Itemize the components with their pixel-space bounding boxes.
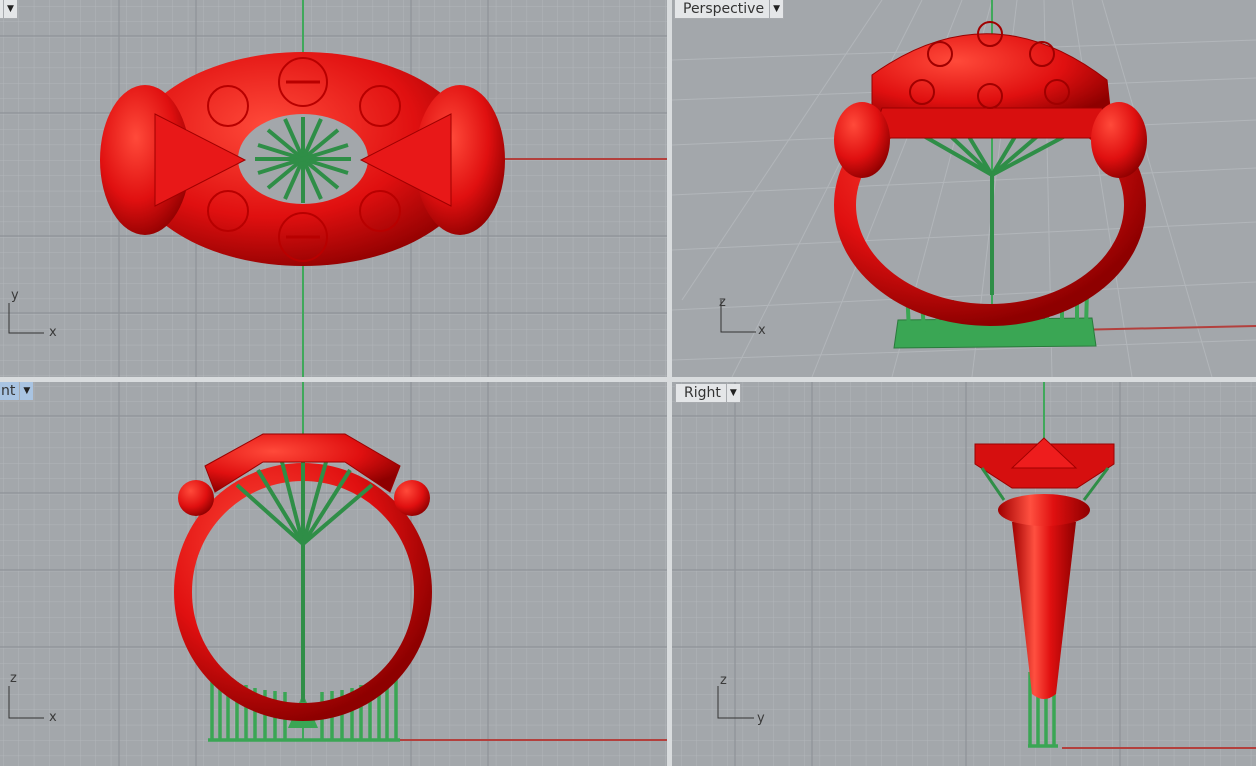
dropdown-arrow-icon[interactable]: ▼ [3, 0, 17, 18]
axis-label-x: x [49, 325, 57, 340]
viewport-label-right[interactable]: Right ▼ [675, 384, 741, 403]
dropdown-arrow-icon[interactable]: ▼ [19, 382, 33, 400]
viewport-divider-horizontal[interactable] [0, 377, 1256, 382]
axis-label-z: z [10, 671, 17, 686]
viewport-title: Perspective [683, 1, 765, 17]
viewport-title: nt [1, 383, 16, 399]
front-view-canvas[interactable]: x z [0, 382, 667, 766]
top-view-canvas[interactable]: x y [0, 0, 667, 377]
right-view-canvas[interactable]: y z [672, 382, 1256, 766]
viewport-label-perspective[interactable]: Perspective ▼ [674, 0, 785, 19]
viewport-top[interactable]: x y ▼ [0, 0, 667, 377]
axis-label-z: z [720, 673, 727, 688]
axis-label-x: x [758, 323, 766, 338]
viewport-divider-vertical[interactable] [667, 0, 672, 766]
dropdown-arrow-icon[interactable]: ▼ [725, 384, 740, 402]
axis-label-z: z [719, 295, 726, 310]
perspective-view-canvas[interactable]: x z [672, 0, 1256, 377]
axis-label-y: y [757, 711, 765, 726]
viewport-front[interactable]: x z nt ▼ [0, 382, 667, 766]
axis-label-x: x [49, 710, 57, 725]
viewport-label-top[interactable]: ▼ [0, 0, 18, 19]
dropdown-arrow-icon[interactable]: ▼ [769, 0, 783, 18]
viewport-label-front[interactable]: nt ▼ [0, 382, 35, 401]
viewport-perspective[interactable]: x z Perspective ▼ [672, 0, 1256, 377]
viewport-right[interactable]: y z Right ▼ [672, 382, 1256, 766]
axis-label-y: y [11, 288, 19, 303]
viewport-title: Right [684, 385, 721, 401]
